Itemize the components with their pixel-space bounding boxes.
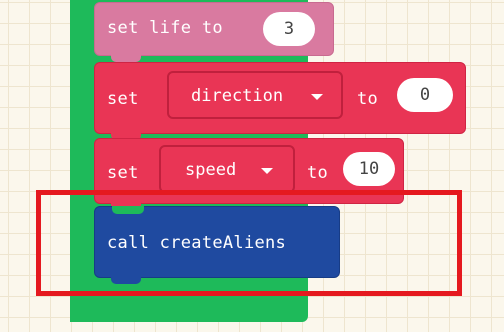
- chevron-down-icon: [311, 94, 323, 100]
- set-direction-block[interactable]: set direction to 0: [94, 62, 466, 140]
- speed-variable-dropdown[interactable]: speed: [159, 145, 295, 193]
- set-life-block[interactable]: set life to 3: [94, 2, 334, 62]
- block-notch: [111, 54, 141, 62]
- direction-variable-dropdown[interactable]: direction: [167, 71, 343, 119]
- set-life-label: set life to: [107, 18, 223, 38]
- set-keyword: set: [107, 163, 139, 183]
- speed-value-field[interactable]: 10: [343, 152, 395, 186]
- highlight-annotation-box: [36, 190, 462, 296]
- speed-variable-label: speed: [185, 160, 237, 180]
- to-keyword: to: [307, 163, 329, 183]
- direction-variable-label: direction: [191, 86, 284, 106]
- to-keyword: to: [357, 89, 379, 109]
- set-keyword: set: [107, 89, 139, 109]
- direction-value-field[interactable]: 0: [397, 78, 453, 112]
- chevron-down-icon: [261, 168, 273, 174]
- life-value-field[interactable]: 3: [263, 12, 315, 46]
